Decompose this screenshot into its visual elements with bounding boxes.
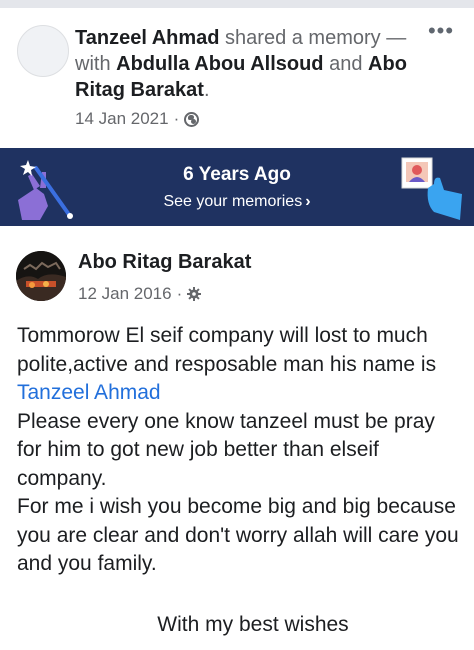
post-body: Tommorow El seif company will lost to mu… [17,322,463,579]
author-avatar[interactable] [16,251,66,301]
globe-icon[interactable] [184,111,200,127]
share-date[interactable]: 14 Jan 2021 [75,109,169,129]
share-meta: 14 Jan 2021 · [75,109,200,129]
tagged-user-1[interactable]: Abdulla Abou Allsoud [116,53,323,75]
share-conjunction: and [329,53,363,75]
memories-banner[interactable]: 6 Years Ago See your memories › [0,148,474,226]
meta-separator: · [176,284,183,303]
share-headline: Tanzeel Ahmad shared a memory — with Abd… [75,25,415,103]
post-paragraph-3: For me i wish you become big and big bec… [17,495,459,575]
author-avatar-image [16,251,66,301]
post-date[interactable]: 12 Jan 2016 [78,284,172,304]
share-end-punct: . [203,79,210,101]
post-paragraph-2: Please every one know tanzeel must be pr… [17,409,435,490]
shared-memory-header: Tanzeel Ahmad shared a memory — with Abd… [0,8,474,148]
see-memories-label: See your memories [163,193,303,210]
sharer-name[interactable]: Tanzeel Ahmad [75,27,219,49]
post-author-name[interactable]: Abo Ritag Barakat [78,251,251,274]
feed-divider [0,0,474,8]
post-paragraph-1: Tommorow El seif company will lost to mu… [17,322,463,408]
post-sign-off: With my best wishes [157,613,349,636]
photo-hand-illustration-icon [401,157,462,220]
post-meta: 12 Jan 2016 · [78,284,202,304]
post-text-intro: Tommorow El seif company will lost to mu… [17,324,437,376]
sharer-avatar[interactable] [17,25,69,77]
more-options-button[interactable]: ••• [424,20,458,44]
gear-icon[interactable] [187,287,202,301]
chevron-right-icon: › [305,193,311,210]
mention-link[interactable]: Tanzeel Ahmad [17,381,161,404]
meta-separator: · [173,109,180,128]
